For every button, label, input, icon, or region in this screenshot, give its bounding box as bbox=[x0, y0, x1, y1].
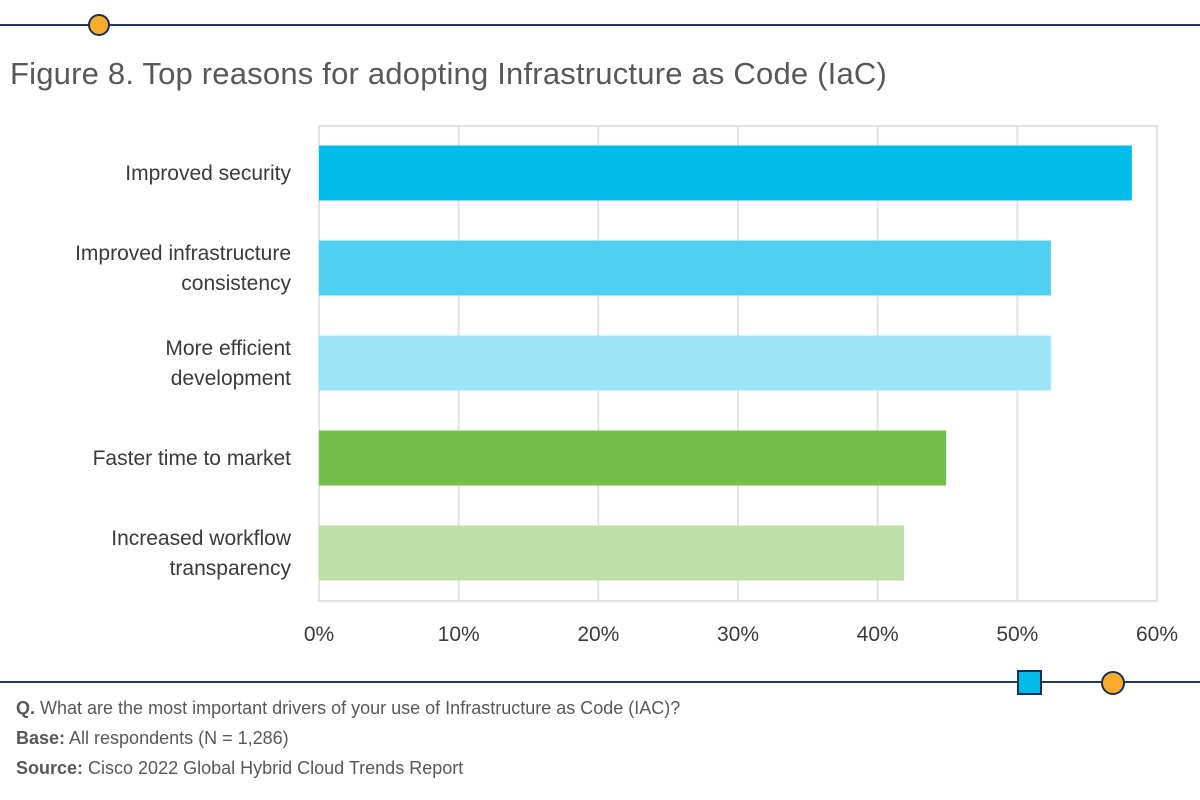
base-text: All respondents (N = 1,286) bbox=[65, 728, 289, 748]
bar bbox=[319, 240, 1051, 296]
bottom-decorative-circle-icon bbox=[1101, 671, 1125, 695]
category-label: Increased workflow transparency bbox=[111, 527, 292, 580]
x-tick-label: 30% bbox=[717, 623, 759, 646]
category-labels: Improved security Improved infrastructure… bbox=[75, 162, 292, 580]
x-tick-label: 40% bbox=[857, 623, 899, 646]
question-text: What are the most important drivers of y… bbox=[35, 698, 681, 718]
x-tick-label: 20% bbox=[577, 623, 619, 646]
x-tick-labels: 0% 10% 20% 30% 40% 50% 60% bbox=[304, 623, 1178, 646]
base-note: Base: All respondents (N = 1,286) bbox=[16, 728, 289, 749]
source-note: Source: Cisco 2022 Global Hybrid Cloud T… bbox=[16, 758, 463, 779]
base-label: Base: bbox=[16, 728, 66, 748]
category-label: Improved security bbox=[125, 162, 291, 185]
bar bbox=[319, 145, 1132, 201]
bar bbox=[319, 430, 947, 486]
category-label: More efficient development bbox=[165, 337, 291, 390]
bar bbox=[319, 525, 905, 581]
bars bbox=[319, 145, 1132, 581]
category-label: Faster time to market bbox=[93, 447, 292, 470]
x-tick-label: 0% bbox=[304, 623, 334, 646]
bar bbox=[319, 335, 1051, 391]
bar-chart: Improved security Improved infrastructure… bbox=[75, 125, 1178, 646]
source-text: Cisco 2022 Global Hybrid Cloud Trends Re… bbox=[83, 758, 464, 778]
question-note: Q. What are the most important drivers o… bbox=[16, 698, 680, 719]
x-tick-label: 60% bbox=[1136, 623, 1178, 646]
question-label: Q. bbox=[16, 698, 36, 718]
x-tick-label: 50% bbox=[996, 623, 1038, 646]
x-tick-label: 10% bbox=[438, 623, 480, 646]
decorative-square-icon bbox=[1017, 670, 1042, 695]
category-label: Improved infrastructure consistency bbox=[75, 242, 291, 295]
source-label: Source: bbox=[16, 758, 84, 778]
